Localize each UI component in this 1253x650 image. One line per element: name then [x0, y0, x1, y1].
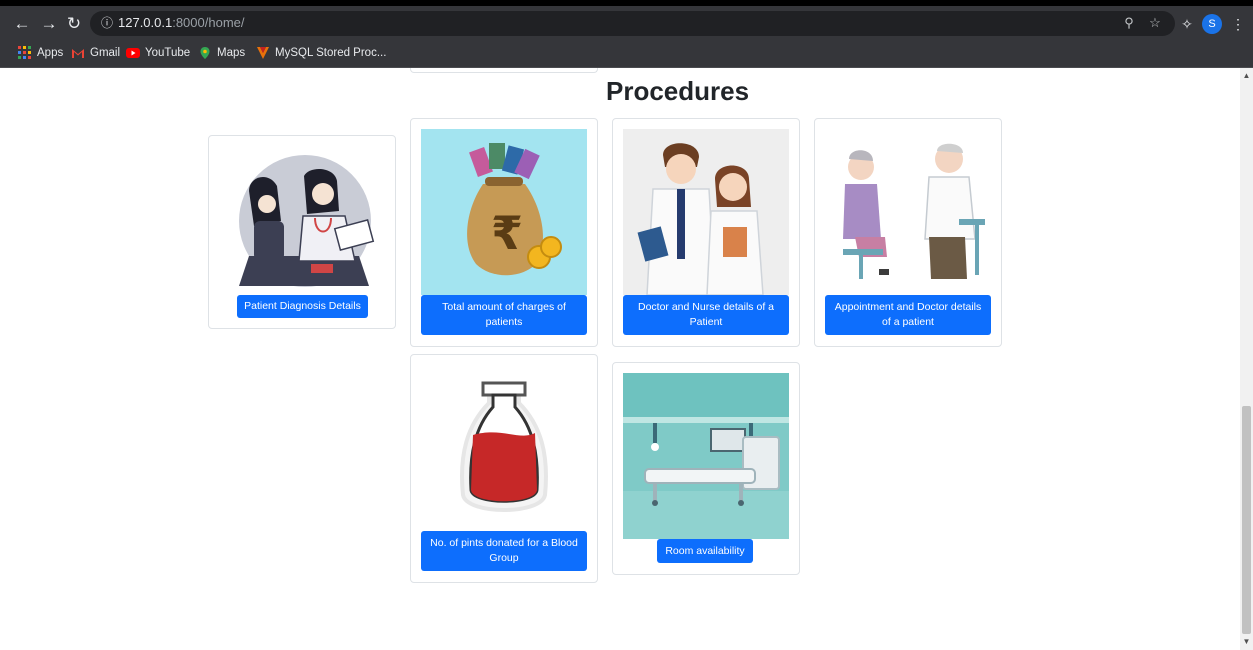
total-charges-button[interactable]: Total amount of charges of patients: [421, 295, 587, 335]
hospital-room-illustration: [623, 373, 789, 539]
forward-arrow-icon[interactable]: →: [37, 12, 61, 36]
doctor-nurse-illustration: [623, 129, 789, 295]
patient-diagnosis-button[interactable]: Patient Diagnosis Details: [237, 295, 368, 318]
card-total-charges: ₹ Total amount of charges of patients: [410, 118, 598, 347]
bookmark-star-icon[interactable]: ☆: [1146, 14, 1164, 32]
profile-avatar[interactable]: S: [1202, 14, 1222, 34]
address-bar[interactable]: ⓘ 127.0.0.1:8000/home/ ⚲ ☆: [90, 11, 1175, 36]
page-content: Procedures Patient Diagnosis Details ₹ T…: [0, 68, 1240, 650]
card-doctor-nurse: Doctor and Nurse details of a Patient: [612, 118, 800, 347]
bookmarks-bar: Apps Gmail YouTube Maps MySQL Stored Pro…: [0, 38, 1253, 68]
card-appointment-doctor: Appointment and Doctor details of a pati…: [814, 118, 1002, 347]
card-blood-donation: No. of pints donated for a Blood Group: [410, 354, 598, 583]
back-arrow-icon[interactable]: ←: [10, 12, 34, 36]
doctor-consultation-illustration: [219, 146, 385, 312]
zoom-icon[interactable]: ⚲: [1120, 14, 1138, 32]
youtube-icon: [126, 48, 140, 58]
scroll-down-arrow-icon[interactable]: ▼: [1240, 636, 1253, 648]
elderly-patient-doctor-illustration: [825, 129, 991, 295]
appointment-doctor-button[interactable]: Appointment and Doctor details of a pati…: [825, 295, 991, 335]
gmail-icon: [72, 49, 84, 58]
doctor-nurse-button[interactable]: Doctor and Nurse details of a Patient: [623, 295, 789, 335]
room-availability-button[interactable]: Room availability: [657, 539, 753, 563]
bookmark-youtube[interactable]: YouTube: [126, 45, 190, 61]
svg-text:₹: ₹: [491, 206, 523, 260]
site-info-icon[interactable]: ⓘ: [98, 14, 116, 32]
blood-donation-button[interactable]: No. of pints donated for a Blood Group: [421, 531, 587, 571]
mysql-icon: [257, 47, 269, 59]
maps-icon: [200, 47, 210, 59]
bookmark-apps[interactable]: Apps: [18, 45, 63, 61]
bookmark-maps[interactable]: Maps: [198, 45, 245, 61]
rupee-money-bag-illustration: ₹: [421, 129, 587, 295]
card-patient-diagnosis: Patient Diagnosis Details: [208, 135, 396, 329]
reload-icon[interactable]: ↻: [62, 12, 86, 36]
bookmark-mysql[interactable]: MySQL Stored Proc...: [256, 45, 386, 61]
apps-grid-icon: [18, 46, 31, 59]
scroll-up-arrow-icon[interactable]: ▲: [1240, 70, 1253, 82]
menu-kebab-icon[interactable]: ⋮: [1228, 14, 1248, 34]
bookmark-gmail[interactable]: Gmail: [71, 45, 120, 61]
browser-toolbar: ← → ↻ ⓘ 127.0.0.1:8000/home/ ⚲ ☆ ✧ S ⋮: [0, 0, 1253, 38]
blood-bottle-illustration: [421, 365, 587, 531]
previous-card-edge: [410, 68, 598, 73]
address-url[interactable]: 127.0.0.1:8000/home/: [118, 15, 245, 30]
page-scrollbar[interactable]: ▲ ▼: [1240, 68, 1253, 650]
page-title: Procedures: [606, 76, 750, 106]
scrollbar-thumb[interactable]: [1242, 406, 1251, 634]
extensions-puzzle-icon[interactable]: ✧: [1177, 14, 1197, 34]
card-room-availability: Room availability: [612, 362, 800, 575]
